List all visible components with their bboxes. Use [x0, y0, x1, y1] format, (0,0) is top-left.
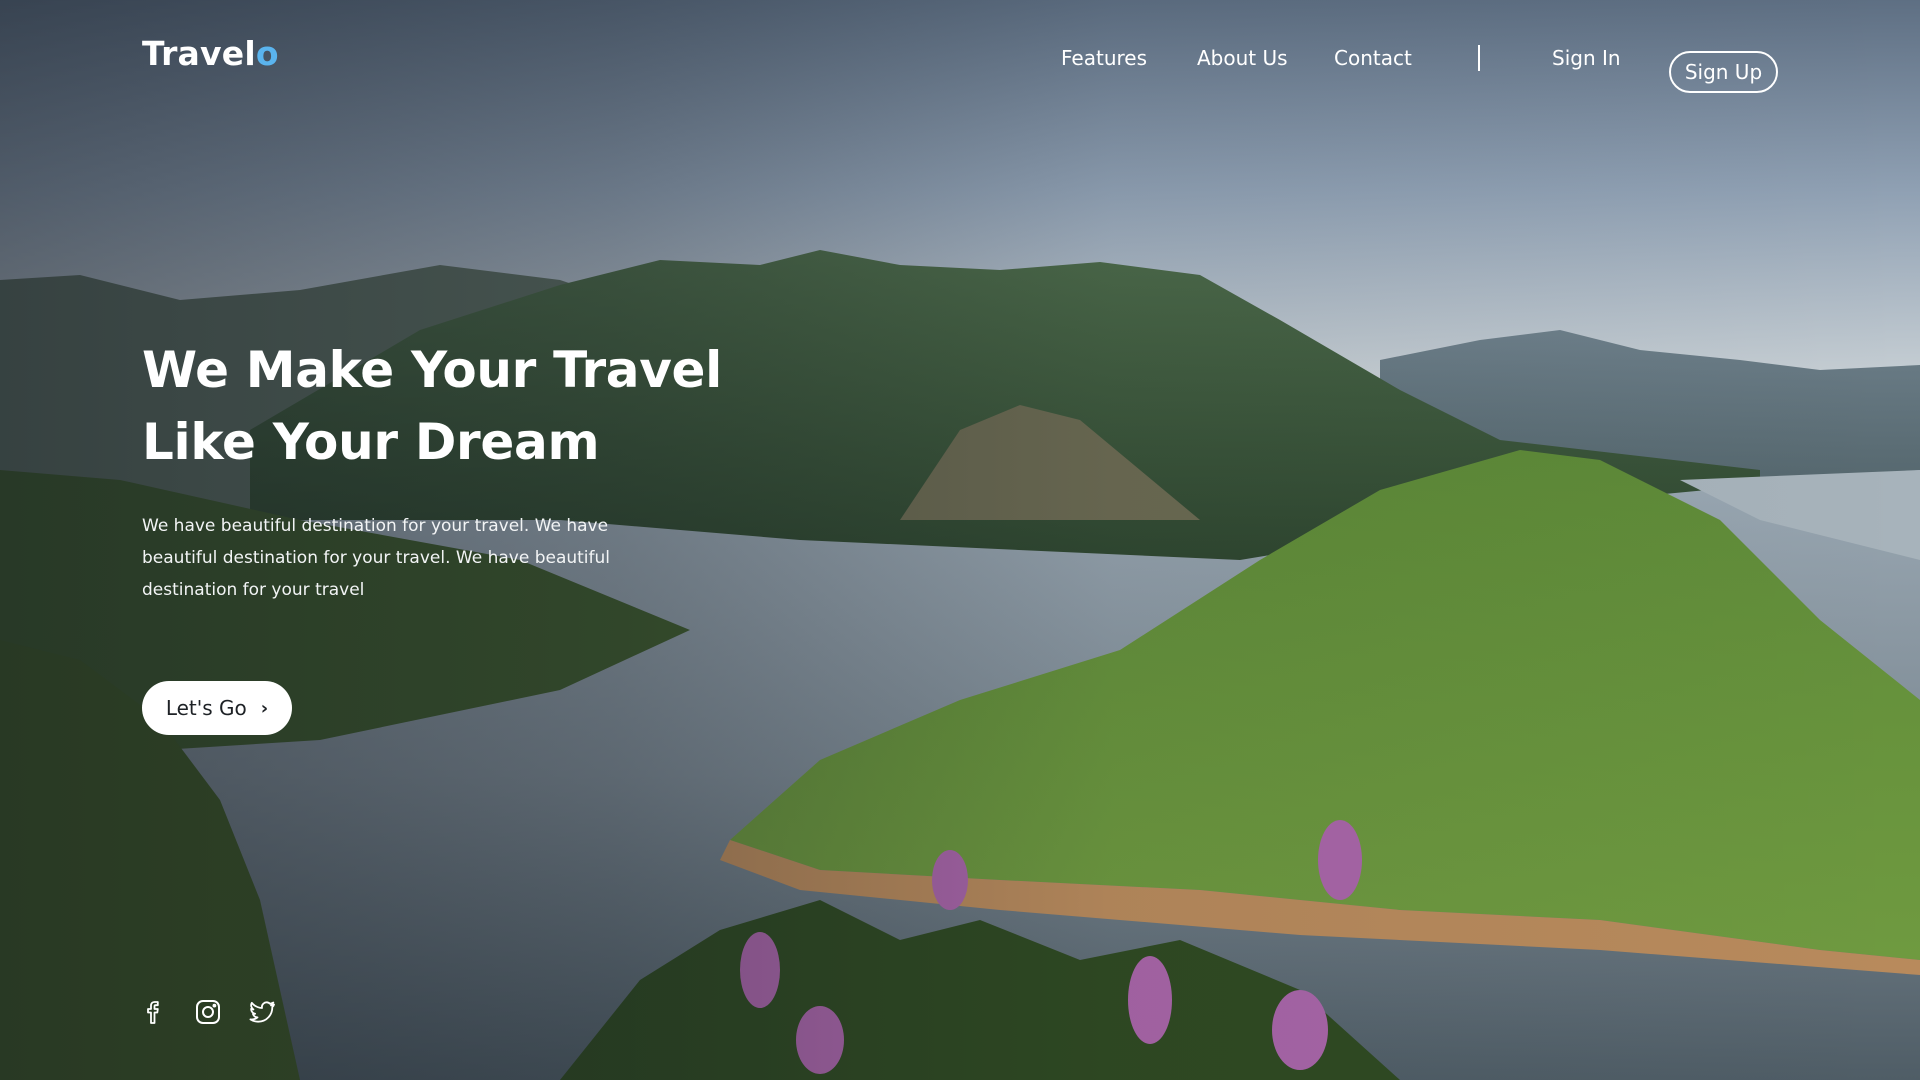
sign-in-link[interactable]: Sign In	[1552, 46, 1621, 70]
social-links	[138, 996, 278, 1028]
chevron-right-icon: ›	[260, 697, 269, 719]
lets-go-label: Let's Go	[165, 696, 247, 720]
hero-title-line-1: We Make Your Travel	[142, 341, 722, 399]
logo-accent: o	[255, 34, 279, 73]
hero-description: We have beautiful destination for your t…	[142, 516, 611, 600]
instagram-icon[interactable]	[192, 996, 224, 1028]
lets-go-button[interactable]: Let's Go ›	[142, 681, 292, 735]
nav-link-about-us[interactable]: About Us	[1197, 46, 1288, 70]
twitter-icon[interactable]	[246, 996, 278, 1028]
sign-up-button[interactable]: Sign Up	[1669, 51, 1778, 93]
hero-section: Travelo Features About Us Contact Sign I…	[0, 0, 1920, 1080]
logo-text: Travel	[142, 34, 256, 73]
hero-title: We Make Your Travel Like Your Dream	[142, 334, 782, 478]
facebook-icon[interactable]	[138, 996, 170, 1028]
nav-divider	[1478, 45, 1480, 71]
hero-title-line-2: Like Your Dream	[142, 413, 600, 471]
nav-link-contact[interactable]: Contact	[1334, 46, 1412, 70]
nav-link-features[interactable]: Features	[1061, 46, 1147, 70]
logo[interactable]: Travelo	[142, 34, 279, 73]
